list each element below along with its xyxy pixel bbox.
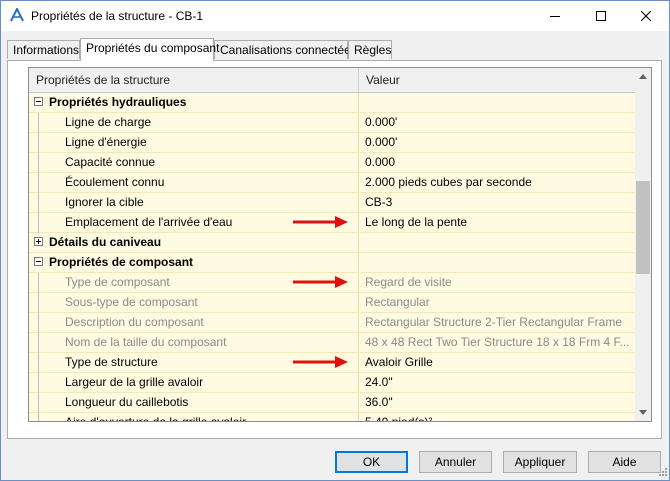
autocad-logo-icon bbox=[10, 6, 24, 22]
close-button[interactable] bbox=[623, 1, 669, 31]
property-value[interactable]: Avaloir Grille bbox=[359, 353, 635, 372]
expand-icon[interactable] bbox=[34, 237, 43, 246]
window-title: Propriétés de la structure - CB-1 bbox=[31, 9, 204, 23]
category-row[interactable]: Détails du caniveau bbox=[29, 233, 635, 253]
tab-canalisations-connectees[interactable]: Canalisations connectées bbox=[214, 40, 357, 59]
property-value: Regard de visite bbox=[359, 273, 635, 292]
apply-button[interactable]: Appliquer bbox=[503, 451, 577, 473]
property-label: Type de structure bbox=[29, 353, 358, 372]
category-label: Propriétés de composant bbox=[29, 253, 358, 272]
grid-rows: Propriétés hydrauliques Ligne de charge 0.… bbox=[29, 93, 635, 421]
property-value[interactable]: 0.000' bbox=[359, 133, 635, 152]
close-icon bbox=[641, 11, 651, 21]
title-bar: Propriétés de la structure - CB-1 bbox=[1, 1, 669, 31]
column-header-value[interactable]: Valeur bbox=[366, 68, 400, 92]
column-header-property[interactable]: Propriétés de la structure bbox=[36, 68, 170, 92]
property-row[interactable]: Aire d'ouverture de la grille avaloir 5.4… bbox=[29, 413, 635, 421]
property-label: Ignorer la cible bbox=[29, 193, 358, 212]
ok-button[interactable]: OK bbox=[335, 451, 408, 473]
category-label: Propriétés hydrauliques bbox=[29, 93, 358, 112]
property-row[interactable]: Sous-type de composant Rectangular bbox=[29, 293, 635, 313]
property-value[interactable]: CB-3 bbox=[359, 193, 635, 212]
property-row[interactable]: Écoulement connu 2.000 pieds cubes par se… bbox=[29, 173, 635, 193]
category-row[interactable]: Propriétés de composant bbox=[29, 253, 635, 273]
property-label: Ligne d'énergie bbox=[29, 133, 358, 152]
tab-informations[interactable]: Informations bbox=[7, 40, 80, 59]
property-row[interactable]: Type de structure Avaloir Grille bbox=[29, 353, 635, 373]
help-button[interactable]: Aide bbox=[588, 451, 661, 473]
property-label: Type de composant bbox=[29, 273, 358, 292]
scroll-thumb[interactable] bbox=[636, 181, 650, 274]
property-row[interactable]: Type de composant Regard de visite bbox=[29, 273, 635, 293]
property-grid: Propriétés de la structure Valeur Propri… bbox=[28, 67, 652, 422]
property-value[interactable]: 36.0" bbox=[359, 393, 635, 412]
tab-strip: Informations Propriétés du composant Can… bbox=[7, 38, 663, 61]
property-row[interactable]: Emplacement de l'arrivée d'eau Le long de… bbox=[29, 213, 635, 233]
property-row[interactable]: Nom de la taille du composant 48 x 48 Rec… bbox=[29, 333, 635, 353]
cancel-button[interactable]: Annuler bbox=[419, 451, 492, 473]
property-label: Sous-type de composant bbox=[29, 293, 358, 312]
property-value[interactable]: Le long de la pente bbox=[359, 213, 635, 232]
properties-dialog: Propriétés de la structure - CB-1 Inform… bbox=[0, 0, 670, 481]
property-value: 48 x 48 Rect Two Tier Structure 18 x 18 … bbox=[359, 333, 635, 352]
property-row[interactable]: Longueur du caillebotis 36.0" bbox=[29, 393, 635, 413]
tab-panel: Propriétés de la structure Valeur Propri… bbox=[7, 60, 662, 439]
property-value: Rectangular bbox=[359, 293, 635, 312]
property-row[interactable]: Ligne d'énergie 0.000' bbox=[29, 133, 635, 153]
property-label: Longueur du caillebotis bbox=[29, 393, 358, 412]
property-label: Largeur de la grille avaloir bbox=[29, 373, 358, 392]
property-value[interactable]: 0.000' bbox=[359, 113, 635, 132]
property-row[interactable]: Capacité connue 0.000 bbox=[29, 153, 635, 173]
property-label: Ligne de charge bbox=[29, 113, 358, 132]
grid-header: Propriétés de la structure Valeur bbox=[29, 68, 635, 93]
property-value: Rectangular Structure 2-Tier Rectangular… bbox=[359, 313, 635, 332]
property-label: Écoulement connu bbox=[29, 173, 358, 192]
property-row[interactable]: Ligne de charge 0.000' bbox=[29, 113, 635, 133]
maximize-button[interactable] bbox=[578, 1, 624, 31]
tab-proprietes-du-composant[interactable]: Propriétés du composant bbox=[80, 38, 219, 61]
property-row[interactable]: Ignorer la cible CB-3 bbox=[29, 193, 635, 213]
property-value[interactable]: 24.0" bbox=[359, 373, 635, 392]
tab-regles[interactable]: Règles bbox=[348, 40, 392, 59]
property-value[interactable]: 2.000 pieds cubes par seconde bbox=[359, 173, 635, 192]
category-value bbox=[359, 253, 635, 272]
collapse-icon[interactable] bbox=[34, 257, 43, 266]
property-value[interactable]: 5.40 pied(s)² bbox=[359, 413, 635, 421]
category-row[interactable]: Propriétés hydrauliques bbox=[29, 93, 635, 113]
property-row[interactable]: Largeur de la grille avaloir 24.0" bbox=[29, 373, 635, 393]
minimize-button[interactable] bbox=[532, 1, 578, 31]
maximize-icon bbox=[596, 11, 606, 21]
vertical-scrollbar[interactable] bbox=[635, 68, 651, 421]
property-label: Description du composant bbox=[29, 313, 358, 332]
resize-grip-icon[interactable] bbox=[657, 468, 667, 478]
property-value[interactable]: 0.000 bbox=[359, 153, 635, 172]
scroll-down-arrow-icon[interactable] bbox=[635, 404, 651, 421]
property-label: Nom de la taille du composant bbox=[29, 333, 358, 352]
scroll-up-arrow-icon[interactable] bbox=[635, 68, 651, 85]
category-value bbox=[359, 233, 635, 252]
property-label: Aire d'ouverture de la grille avaloir bbox=[29, 413, 358, 421]
category-value bbox=[359, 93, 635, 112]
category-label: Détails du caniveau bbox=[29, 233, 358, 252]
property-row[interactable]: Description du composant Rectangular Stru… bbox=[29, 313, 635, 333]
property-label: Capacité connue bbox=[29, 153, 358, 172]
property-label: Emplacement de l'arrivée d'eau bbox=[29, 213, 358, 232]
minimize-icon bbox=[550, 16, 560, 17]
collapse-icon[interactable] bbox=[34, 97, 43, 106]
